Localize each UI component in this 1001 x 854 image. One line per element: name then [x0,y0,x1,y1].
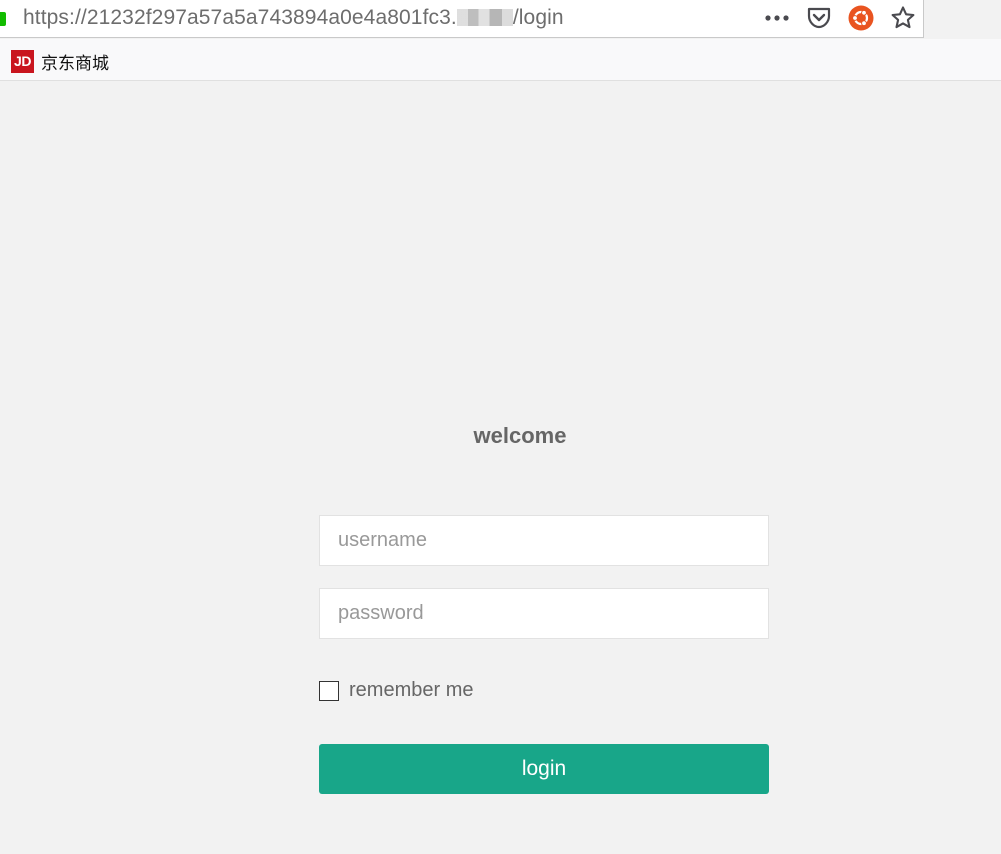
remember-me-label[interactable]: remember me [349,679,473,702]
pocket-icon[interactable] [805,4,833,32]
url-bar[interactable]: https://21232f297a57a5a743894a0e4a801fc3… [0,0,924,38]
url-text[interactable]: https://21232f297a57a5a743894a0e4a801fc3… [23,5,564,31]
bookmark-star-icon[interactable] [889,4,917,32]
url-redacted-segment [456,9,513,26]
remember-me-checkbox[interactable] [319,680,339,701]
url-prefix: https://21232f297a57a5a743894a0e4a801fc3… [23,6,457,29]
ubuntu-icon[interactable] [847,4,875,32]
remember-me-control[interactable]: remember me [319,679,473,702]
username-input[interactable] [319,515,769,566]
more-actions-icon[interactable] [763,4,791,32]
login-button[interactable]: login [319,744,769,794]
jd-favicon-icon: JD [11,49,34,73]
bookmark-label: 京东商城 [41,53,109,74]
bookmarks-toolbar: JD 京东商城 [0,39,1001,81]
password-input[interactable] [319,588,769,639]
url-suffix: /login [512,6,564,29]
secure-connection-icon[interactable] [0,12,6,26]
welcome-heading: welcome [473,423,567,448]
bookmark-jd-mall[interactable]: JD 京东商城 [11,49,109,74]
login-page: welcome remember me login [0,81,1001,854]
